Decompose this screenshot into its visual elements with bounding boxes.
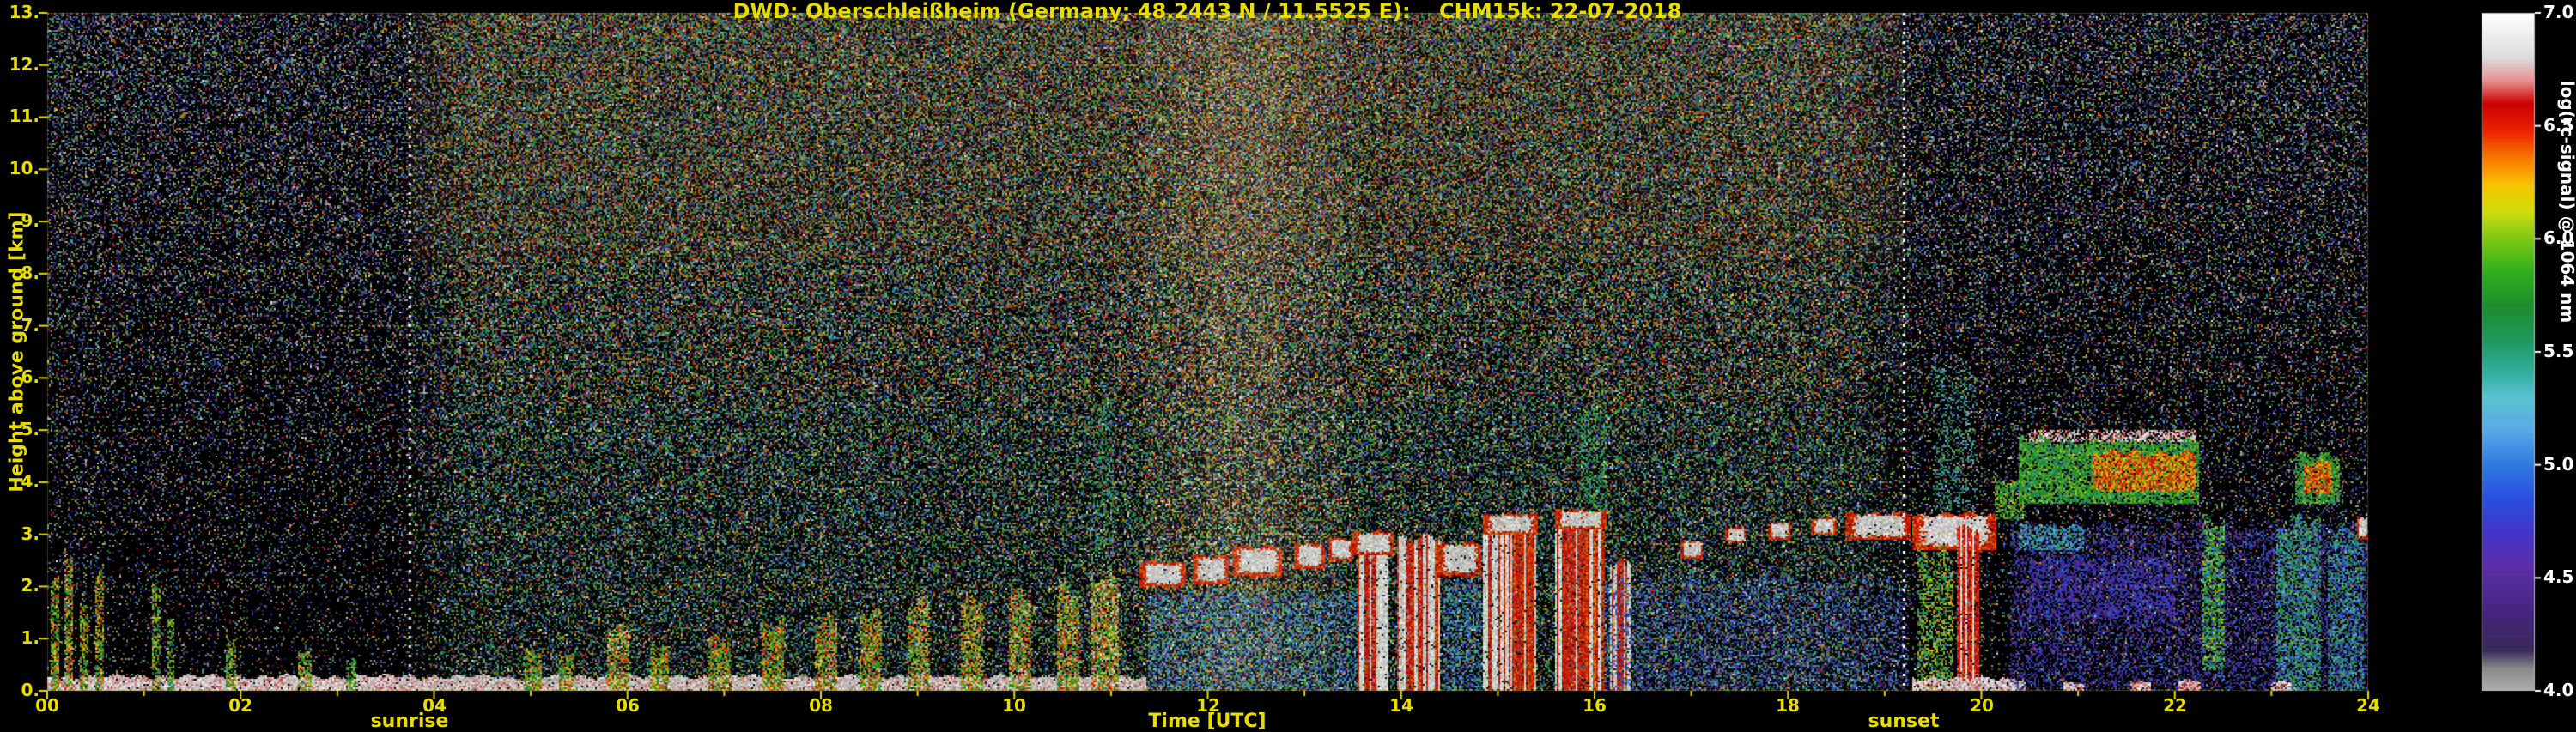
colorbar-tick-label: 4.5	[2543, 566, 2576, 587]
y-tick-label: 11.	[0, 106, 39, 126]
x-tick-label: 16	[1569, 695, 1620, 716]
x-tick-label: 22	[2149, 695, 2201, 716]
y-tick-label: 1.	[0, 627, 39, 648]
sunrise-annotation: sunrise	[371, 711, 449, 732]
x-tick-label: 06	[602, 695, 653, 716]
y-tick-label: 3.	[0, 523, 39, 544]
colorbar-tick-label: 7.0	[2543, 2, 2576, 22]
y-tick-label: 2.	[0, 575, 39, 596]
y-tick-label: 10.	[0, 158, 39, 178]
x-tick-label: 08	[795, 695, 847, 716]
x-tick-label: 10	[988, 695, 1040, 716]
y-tick-label: 7.	[0, 315, 39, 336]
colorbar-axis-label: log(rc-signal) @ 1064 nm	[2557, 81, 2576, 324]
y-tick-label: 6.	[0, 366, 39, 387]
y-tick-label: 13.	[0, 2, 39, 22]
x-tick-label: 14	[1376, 695, 1427, 716]
page-title: DWD: Oberschleißheim (Germany; 48.2443 N…	[733, 0, 1682, 23]
y-tick-label: 12.	[0, 54, 39, 75]
x-tick-label: 00	[21, 695, 73, 716]
y-tick-label: 4.	[0, 471, 39, 492]
colorbar-tick-label: 4.0	[2543, 680, 2576, 700]
x-axis-label: Time [UTC]	[1148, 711, 1266, 732]
x-tick-label: 02	[215, 695, 266, 716]
colorbar-tick-label: 5.5	[2543, 341, 2576, 361]
sunset-annotation: sunset	[1868, 711, 1940, 732]
x-tick-label: 24	[2342, 695, 2394, 716]
y-tick-label: 9.	[0, 210, 39, 231]
ceilometer-quicklook-figure: { "chart_data": { "type": "heatmap", "ti…	[0, 0, 2576, 729]
ceilometer-heatmap-canvas	[0, 0, 2576, 729]
y-axis-label: Height above ground [km]	[7, 211, 28, 492]
x-tick-label: 18	[1762, 695, 1814, 716]
x-tick-label: 20	[1956, 695, 2008, 716]
y-tick-label: 8.	[0, 263, 39, 283]
colorbar-tick-label: 5.0	[2543, 454, 2576, 475]
y-tick-label: 5.	[0, 419, 39, 439]
